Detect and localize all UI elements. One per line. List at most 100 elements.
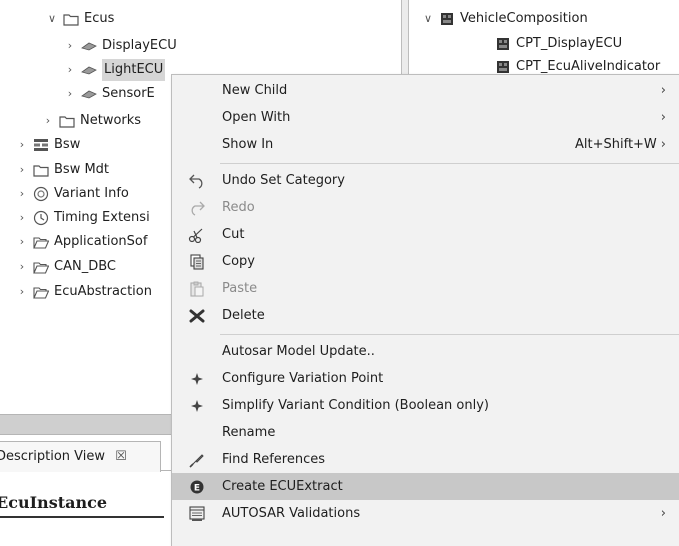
tab-label: Description View [0, 449, 106, 464]
tree-item-label: Bsw [54, 137, 81, 152]
tree-item-variant-info[interactable]: › Variant Info [16, 183, 129, 205]
menu-item-undo[interactable]: Undo Set Category [172, 167, 679, 194]
tree-item-application-software[interactable]: › ApplicationSof [16, 231, 148, 253]
tree-item-timing-extensions[interactable]: › Timing Extensi [16, 207, 150, 229]
tree-item-label: SensorE [102, 86, 155, 101]
menu-item-label: Paste [222, 281, 258, 296]
tree-item-can-dbc[interactable]: › CAN_DBC [16, 256, 116, 278]
menu-item-label: Configure Variation Point [222, 371, 384, 386]
chevron-right-icon[interactable]: › [16, 159, 28, 181]
menu-item-label: Open With [222, 110, 291, 125]
menu-item-copy[interactable]: Copy [172, 248, 679, 275]
menu-item-label: Simplify Variant Condition (Boolean only… [222, 398, 490, 413]
open-folder-icon [32, 284, 50, 300]
menu-item-rename[interactable]: Rename [172, 419, 679, 446]
copy-icon [172, 253, 222, 270]
tree-item-displayecu[interactable]: › DisplayECU [64, 35, 177, 57]
menu-item-shortcut: Alt+Shift+W [575, 137, 657, 152]
menu-item-label: Find References [222, 452, 326, 467]
tree-item-label: Variant Info [54, 186, 129, 201]
variation-point-icon [172, 399, 222, 413]
menu-item-cut[interactable]: Cut [172, 221, 679, 248]
chevron-right-icon[interactable]: › [16, 207, 28, 229]
description-title-underline [0, 516, 164, 518]
tree-item-label: VehicleComposition [460, 11, 588, 26]
chevron-right-icon[interactable]: › [64, 35, 76, 57]
chevron-right-icon[interactable]: › [64, 59, 76, 81]
menu-item-label: Cut [222, 227, 245, 242]
tree-item-bsw-mdt[interactable]: › Bsw Mdt [16, 159, 109, 181]
menu-item-label: Redo [222, 200, 255, 215]
chevron-right-icon[interactable]: › [64, 83, 76, 105]
ecu-icon [80, 38, 98, 54]
menu-item-label: Autosar Model Update.. [222, 344, 375, 359]
delete-icon [172, 308, 222, 324]
menu-item-simplify-variant-condition[interactable]: Simplify Variant Condition (Boolean only… [172, 392, 679, 419]
menu-item-autosar-model-update[interactable]: Autosar Model Update.. [172, 338, 679, 365]
tree-item-label: CPT_EcuAliveIndicator [516, 59, 661, 74]
tree-item-label: CPT_DisplayECU [516, 36, 623, 51]
paste-icon [172, 281, 222, 297]
tree-item-cpt-displayecu[interactable]: CPT_DisplayECU [494, 33, 622, 55]
description-view-tab[interactable]: Description View ☒ [0, 441, 161, 472]
close-icon[interactable]: ☒ [115, 449, 127, 464]
chevron-down-icon[interactable]: ∨ [422, 8, 434, 30]
ecu-icon [80, 86, 98, 102]
menu-item-create-ecuextract[interactable]: E Create ECUExtract [172, 473, 679, 500]
menu-item-autosar-validations[interactable]: AUTOSAR Validations › [172, 500, 679, 527]
undo-icon [172, 173, 222, 189]
chevron-right-icon[interactable]: › [16, 281, 28, 303]
tree-item-sensorecu[interactable]: › SensorE [64, 83, 155, 105]
submenu-arrow-icon: › [660, 110, 666, 125]
scissors-icon [172, 227, 222, 243]
context-menu: New Child › Open With › Show In Alt+Shif… [171, 74, 679, 546]
menu-item-label: Show In [222, 137, 274, 152]
tree-item-label: LightECU [102, 59, 166, 81]
bsw-icon [32, 137, 50, 153]
chevron-right-icon[interactable]: › [16, 256, 28, 278]
tree-item-label: Networks [80, 113, 142, 128]
variant-icon [32, 186, 50, 202]
tree-item-label: Ecus [84, 11, 115, 26]
menu-item-configure-variation-point[interactable]: Configure Variation Point [172, 365, 679, 392]
horizontal-scrollbar[interactable] [0, 414, 171, 435]
composition-icon [494, 36, 512, 52]
menu-item-delete[interactable]: Delete [172, 302, 679, 329]
tree-item-label: ApplicationSof [54, 234, 148, 249]
chevron-right-icon[interactable]: › [16, 231, 28, 253]
tab-bar-line [160, 470, 171, 471]
menu-item-paste[interactable]: Paste [172, 275, 679, 302]
chevron-down-icon[interactable]: ∨ [46, 8, 58, 30]
menu-item-label: Delete [222, 308, 265, 323]
menu-item-open-with[interactable]: Open With › [172, 104, 679, 131]
composition-icon [494, 59, 512, 74]
tree-item-networks[interactable]: › Networks [42, 110, 141, 132]
submenu-arrow-icon: › [660, 83, 666, 98]
menu-item-find-references[interactable]: Find References [172, 446, 679, 473]
tree-item-ecu-abstraction[interactable]: › EcuAbstraction [16, 281, 152, 303]
tree-item-lightecu[interactable]: › LightECU [64, 59, 166, 81]
validation-icon [172, 505, 222, 522]
open-folder-icon [32, 234, 50, 250]
menu-item-label: New Child [222, 83, 288, 98]
ecu-icon [80, 62, 98, 78]
menu-separator [220, 163, 679, 164]
tree-item-cpt-ecualiveindicator[interactable]: CPT_EcuAliveIndicator [494, 56, 660, 74]
tree-item-label: Timing Extensi [54, 210, 150, 225]
folder-icon [58, 113, 76, 129]
tree-item-ecus[interactable]: ∨ Ecus [46, 8, 114, 30]
svg-text:E: E [194, 483, 200, 493]
menu-item-label: AUTOSAR Validations [222, 506, 361, 521]
chevron-right-icon[interactable]: › [16, 134, 28, 156]
chevron-right-icon[interactable]: › [16, 183, 28, 205]
tree-item-bsw[interactable]: › Bsw [16, 134, 81, 156]
chevron-right-icon[interactable]: › [42, 110, 54, 132]
tree-item-vehicle-composition[interactable]: ∨ VehicleComposition [422, 8, 588, 30]
redo-icon [172, 200, 222, 216]
find-references-icon [172, 452, 222, 468]
menu-item-label: Copy [222, 254, 255, 269]
menu-item-show-in[interactable]: Show In Alt+Shift+W › [172, 131, 679, 158]
menu-item-redo[interactable]: Redo [172, 194, 679, 221]
extract-icon: E [172, 479, 222, 495]
menu-item-new-child[interactable]: New Child › [172, 77, 679, 104]
